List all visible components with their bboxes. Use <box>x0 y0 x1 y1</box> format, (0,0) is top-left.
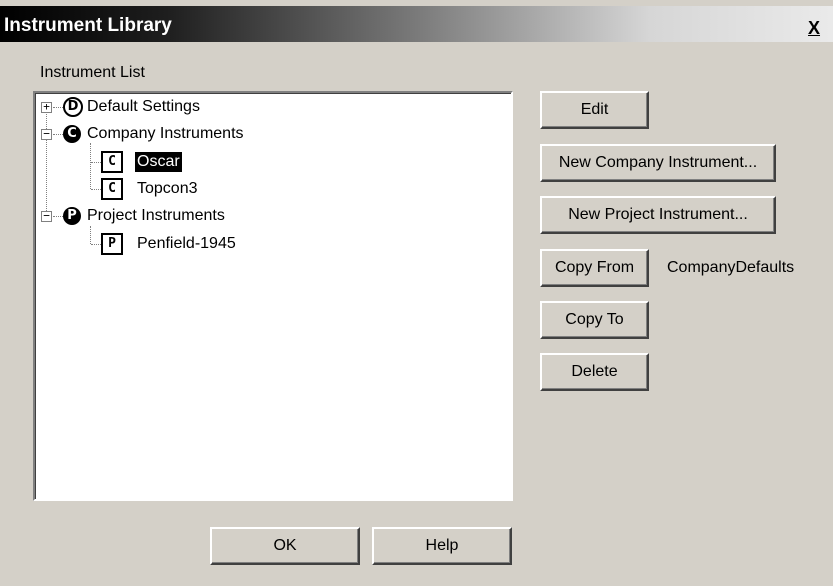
copy-from-button[interactable]: Copy From <box>540 249 649 287</box>
tree-node-default-settings[interactable]: + D Default Settings <box>35 97 505 121</box>
tree-node-label[interactable]: Default Settings <box>85 97 202 117</box>
title-bar[interactable]: Instrument Library X <box>0 6 833 42</box>
expand-icon[interactable]: + <box>41 101 52 113</box>
tree-node-label[interactable]: Project Instruments <box>85 206 227 226</box>
tree-connector <box>53 134 63 135</box>
new-company-instrument-button[interactable]: New Company Instrument... <box>540 144 776 182</box>
copy-from-source-value: CompanyDefaults <box>667 259 795 276</box>
ok-button[interactable]: OK <box>210 527 360 565</box>
default-settings-icon: D <box>63 97 83 117</box>
instrument-list-label: Instrument List <box>40 64 145 81</box>
tree-node-project-instruments[interactable]: − P Project Instruments <box>35 206 505 230</box>
tree-connector <box>91 162 101 163</box>
tree-node-label[interactable]: Topcon3 <box>135 179 200 199</box>
tree-connector <box>53 216 63 217</box>
tree-connector <box>91 244 101 245</box>
company-instrument-icon: C <box>101 151 123 173</box>
instrument-tree[interactable]: + D Default Settings − C Company Instrum… <box>33 91 513 501</box>
tree-node-label-selected[interactable]: Oscar <box>135 152 182 172</box>
tree-node-label[interactable]: Penfield-1945 <box>135 234 238 254</box>
help-button[interactable]: Help <box>372 527 512 565</box>
collapse-icon[interactable]: − <box>41 210 52 222</box>
close-button[interactable]: X <box>808 16 833 42</box>
collapse-icon[interactable]: − <box>41 128 52 140</box>
tree-node-penfield-1945[interactable]: P Penfield-1945 <box>35 233 505 257</box>
tree-node-oscar[interactable]: C Oscar <box>35 151 505 175</box>
delete-button[interactable]: Delete <box>540 353 649 391</box>
company-instrument-icon: C <box>101 178 123 200</box>
tree-connector <box>91 189 101 190</box>
company-icon: C <box>63 125 81 143</box>
close-icon: X <box>808 18 821 38</box>
tree-node-company-instruments[interactable]: − C Company Instruments <box>35 124 505 148</box>
edit-button[interactable]: Edit <box>540 91 649 129</box>
instrument-library-dialog: Instrument Library X Instrument List + D… <box>0 0 833 586</box>
window-title: Instrument Library <box>4 15 172 36</box>
project-instrument-icon: P <box>101 233 123 255</box>
tree-node-label[interactable]: Company Instruments <box>85 124 246 144</box>
new-project-instrument-button[interactable]: New Project Instrument... <box>540 196 776 234</box>
copy-to-button[interactable]: Copy To <box>540 301 649 339</box>
project-icon: P <box>63 207 81 225</box>
tree-node-topcon3[interactable]: C Topcon3 <box>35 178 505 202</box>
tree-connector <box>53 107 63 108</box>
